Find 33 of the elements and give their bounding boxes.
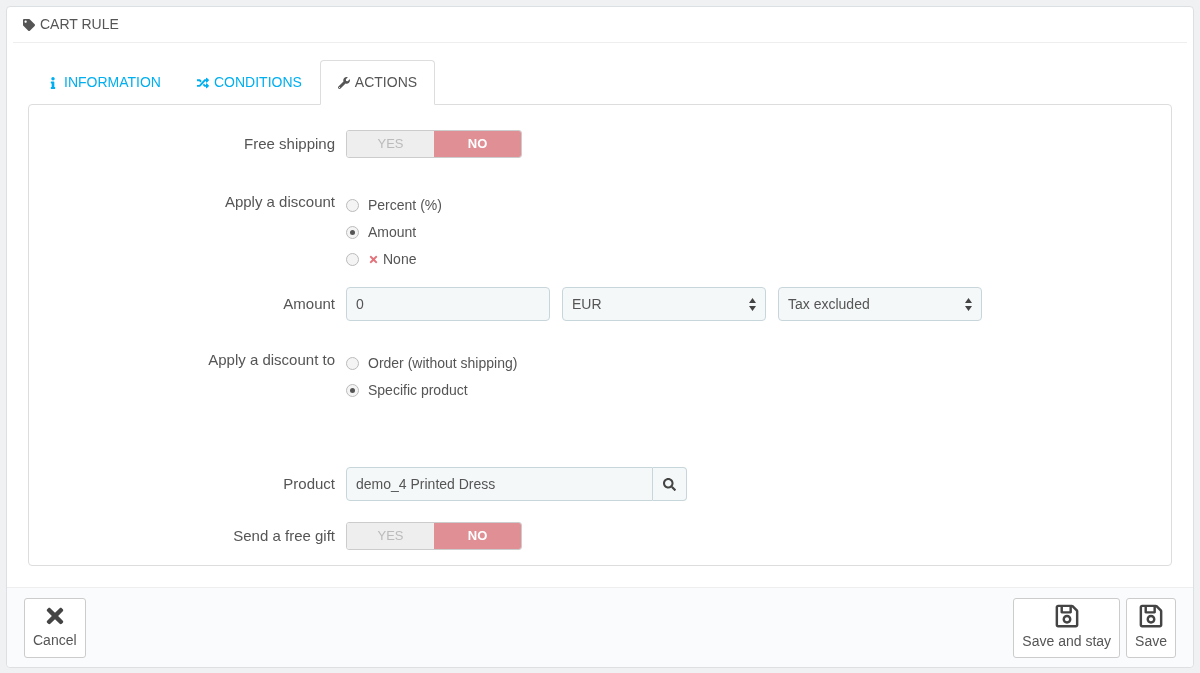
shuffle-icon [196,76,209,89]
radio-label: Order (without shipping) [368,354,518,374]
field-label: Product [283,474,335,492]
field-label: Amount [283,294,335,312]
wrench-icon [337,76,350,89]
radio-label: Specific product [368,381,468,401]
select-field[interactable]: EUR [562,287,766,322]
product-search-input[interactable]: demo_4 Printed Dress [346,467,653,502]
search-button[interactable] [653,467,687,502]
radio-button[interactable] [346,253,359,267]
updown-caret-icon [965,297,972,311]
field-label: Apply a discount to [208,351,335,369]
updown-caret-icon [749,297,756,311]
field-label: Apply a discount [224,193,335,211]
cross-icon [368,254,379,266]
radio-button[interactable] [346,357,359,371]
tag-icon [23,18,35,31]
save-button[interactable]: Save and stay [1013,597,1121,658]
radio-button[interactable] [346,384,359,398]
radio-label: Amount [368,223,417,243]
search-icon [663,477,676,491]
tab[interactable]: ACTIONS [319,60,436,105]
save-button[interactable]: Save [1126,597,1176,658]
select-field[interactable]: Tax excluded [778,287,982,322]
panel-title: CART RULE [40,15,119,34]
radio-label: None [383,250,417,270]
amount-input[interactable]: 0 [346,287,550,322]
radio-button[interactable] [346,226,359,240]
radio-button[interactable] [346,199,359,213]
radio-label: Percent (%) [368,196,442,216]
field-label: Send a free gift [233,526,335,544]
cancel-button[interactable]: Cancel [24,597,86,658]
field-label: Free shipping [244,134,335,152]
